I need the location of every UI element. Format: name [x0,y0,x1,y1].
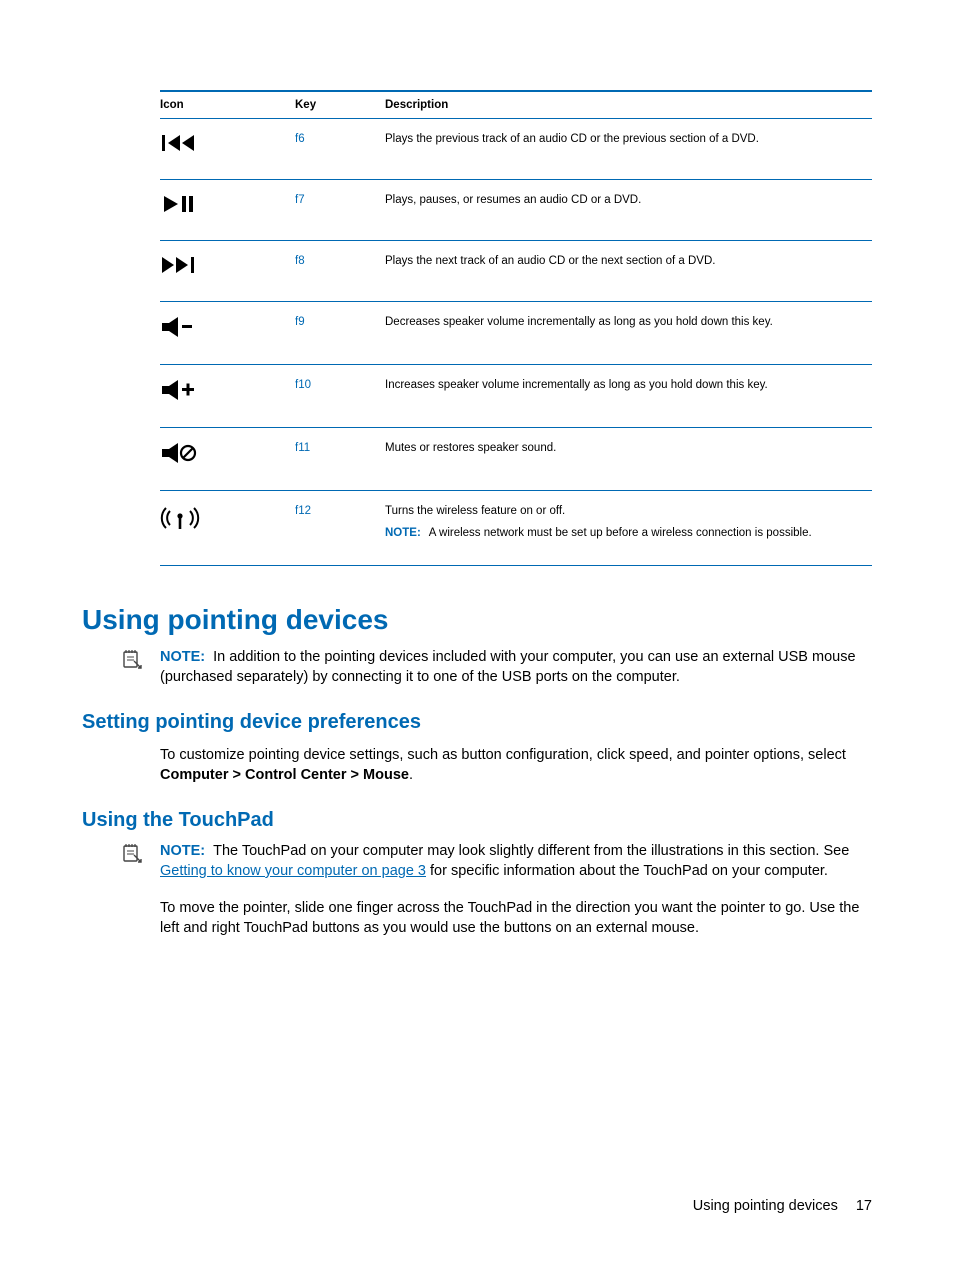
table-row: f11 Mutes or restores speaker sound. [160,428,872,491]
table-row: f8 Plays the next track of an audio CD o… [160,241,872,302]
description-cell: Mutes or restores speaker sound. [385,428,872,491]
description-cell: Plays, pauses, or resumes an audio CD or… [385,180,872,241]
description-cell: Decreases speaker volume incrementally a… [385,302,872,365]
description-text: Turns the wireless feature on or off. [385,505,565,517]
table-row: f9 Decreases speaker volume incrementall… [160,302,872,365]
paragraph-touchpad-usage: To move the pointer, slide one finger ac… [160,899,872,938]
volume-up-icon [160,365,295,428]
key-f9[interactable]: f9 [295,316,305,328]
table-row: f12 Turns the wireless feature on or off… [160,491,872,566]
note-text-post: for specific information about the Touch… [426,863,828,879]
link-getting-to-know[interactable]: Getting to know your computer on page 3 [160,863,426,879]
description-cell: Turns the wireless feature on or off. NO… [385,491,872,566]
table-row: f7 Plays, pauses, or resumes an audio CD… [160,180,872,241]
page-number: 17 [856,1198,872,1214]
note-icon [122,649,142,676]
key-f8[interactable]: f8 [295,255,305,267]
header-icon: Icon [160,91,295,119]
wireless-icon [160,491,295,566]
footer-title: Using pointing devices [693,1198,838,1214]
note-icon [122,843,142,870]
mute-icon [160,428,295,491]
heading-using-pointing-devices: Using pointing devices [82,604,872,636]
description-cell: Plays the previous track of an audio CD … [385,119,872,180]
note-text-pre: The TouchPad on your computer may look s… [213,843,849,859]
note-text: A wireless network must be set up before… [429,527,812,539]
paragraph-preferences: To customize pointing device settings, s… [160,746,872,785]
heading-setting-pointing-device-preferences: Setting pointing device preferences [82,711,872,734]
key-f10[interactable]: f10 [295,379,311,391]
play-pause-icon [160,180,295,241]
key-f7[interactable]: f7 [295,194,305,206]
table-header-row: Icon Key Description [160,91,872,119]
description-cell: Plays the next track of an audio CD or t… [385,241,872,302]
table-row: f6 Plays the previous track of an audio … [160,119,872,180]
action-keys-table: Icon Key Description f6 Plays the previo… [160,90,872,566]
note-text: In addition to the pointing devices incl… [160,649,856,685]
document-page: Icon Key Description f6 Plays the previo… [0,0,954,1270]
key-f6[interactable]: f6 [295,133,305,145]
description-cell: Increases speaker volume incrementally a… [385,365,872,428]
heading-using-the-touchpad: Using the TouchPad [82,809,872,832]
previous-track-icon [160,119,295,180]
note-label: NOTE: [160,649,205,665]
header-key: Key [295,91,385,119]
menu-path: Computer > Control Center > Mouse [160,767,409,783]
key-f11[interactable]: f11 [295,442,310,454]
note-touchpad: NOTE: The TouchPad on your computer may l… [122,842,872,881]
table-row: f10 Increases speaker volume incremental… [160,365,872,428]
note-label: NOTE: [385,527,421,539]
para-text-b: . [409,767,413,783]
wireless-note: NOTE: A wireless network must be set up b… [385,527,868,539]
header-description: Description [385,91,872,119]
key-f12[interactable]: f12 [295,505,311,517]
note-label: NOTE: [160,843,205,859]
volume-down-icon [160,302,295,365]
next-track-icon [160,241,295,302]
para-text-a: To customize pointing device settings, s… [160,747,846,763]
note-pointing-devices: NOTE:In addition to the pointing devices… [122,648,872,687]
page-footer: Using pointing devices 17 [693,1198,872,1214]
